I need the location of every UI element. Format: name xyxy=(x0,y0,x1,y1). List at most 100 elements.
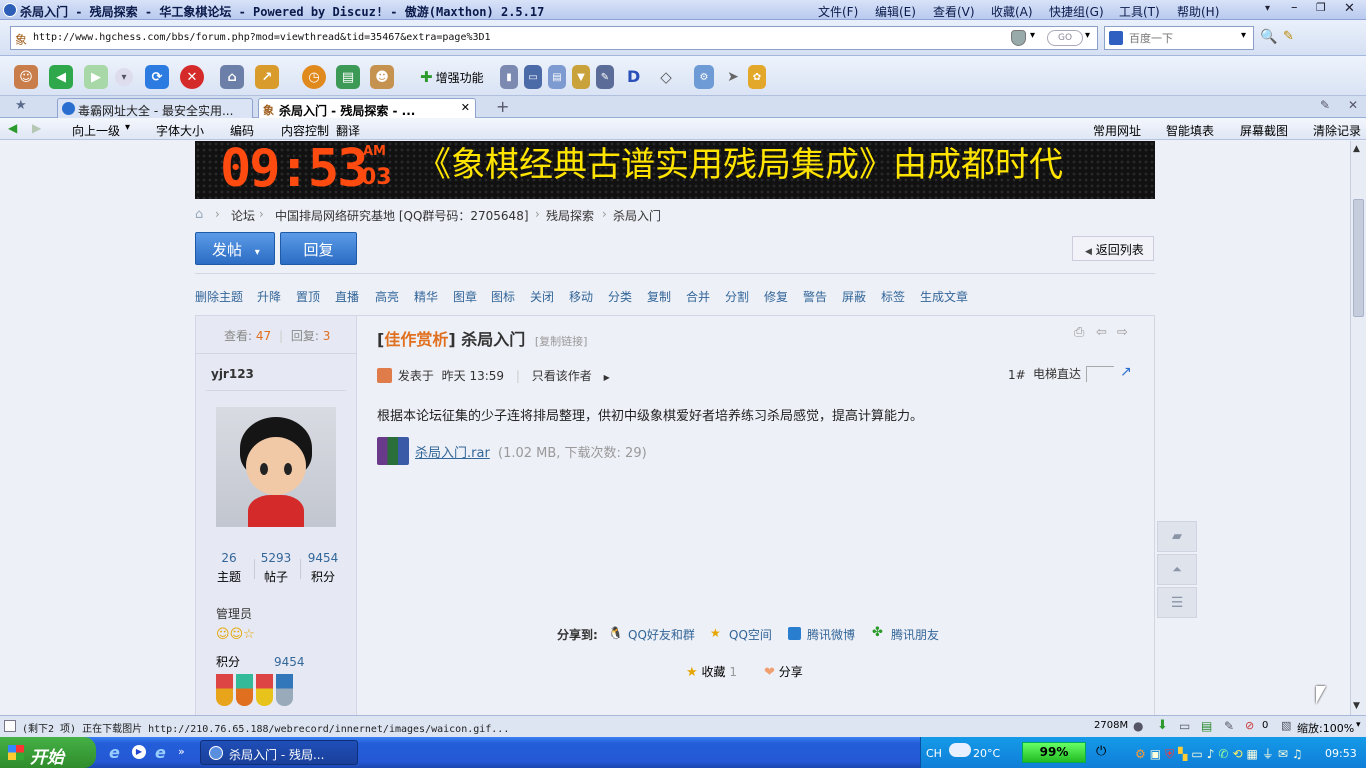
network-icon[interactable]: ▣ xyxy=(1150,747,1165,761)
medal-icon[interactable] xyxy=(216,674,233,706)
action-stamp[interactable]: 图章 xyxy=(453,288,477,305)
back-icon[interactable]: ◀ xyxy=(49,65,73,89)
translate-button[interactable]: 翻译 xyxy=(336,122,360,139)
print-icon[interactable]: ⎙ xyxy=(1074,325,1084,340)
tools-icon[interactable]: ✎ xyxy=(596,65,614,89)
action-live[interactable]: 直播 xyxy=(335,288,359,305)
autofill-button[interactable]: 智能填表 xyxy=(1150,122,1214,139)
action-repair[interactable]: 修复 xyxy=(764,288,788,305)
windows-flag-icon[interactable]: ▚ xyxy=(1178,747,1191,761)
share-tencent-weibo[interactable]: 腾讯微博 xyxy=(807,626,855,643)
elevator-go-icon[interactable]: ↗ xyxy=(1120,364,1132,380)
chat-icon[interactable]: ✆ xyxy=(1218,747,1232,761)
new-tab-icon[interactable]: + xyxy=(496,97,509,116)
mouse-gesture-icon[interactable]: ▮ xyxy=(500,65,518,89)
avatar[interactable] xyxy=(216,407,336,527)
download-icon[interactable]: ⬇ xyxy=(1157,718,1168,733)
medal-icon[interactable] xyxy=(236,674,253,706)
input-language[interactable]: CH xyxy=(926,747,942,760)
mail-icon[interactable]: ✉ xyxy=(1278,747,1292,761)
start-button[interactable]: 开始 xyxy=(0,737,96,768)
dropdown-arrow-icon[interactable]: ▾ xyxy=(1030,30,1035,41)
banner-ad[interactable]: 09:53 AM 03 《象棋经典古谱实用残局集成》由成都时代 xyxy=(195,141,1155,199)
close-icon[interactable]: ✕ xyxy=(1348,98,1358,112)
zoom-level[interactable]: 缩放:100% xyxy=(1297,720,1354,736)
next-thread-icon[interactable]: ⇨ xyxy=(1117,325,1128,340)
zoom-icon[interactable]: ▧ xyxy=(1281,719,1291,732)
minimize-icon[interactable]: – xyxy=(1291,0,1298,15)
elevator-input[interactable] xyxy=(1086,366,1114,382)
back-icon[interactable]: ◀ xyxy=(8,121,17,135)
ie-icon[interactable]: e xyxy=(155,743,166,762)
drive-icon[interactable]: ▭ xyxy=(1179,719,1190,733)
task-button-browser[interactable]: 杀局入门 - 残局... xyxy=(200,740,358,765)
scroll-down-icon[interactable]: ▼ xyxy=(1353,701,1360,711)
up-level-button[interactable]: 向上一级 xyxy=(56,122,120,139)
home-icon[interactable]: ⌂ xyxy=(195,207,203,222)
share-qzone[interactable]: QQ空间 xyxy=(729,626,772,643)
close-tab-icon[interactable]: ✕ xyxy=(461,101,470,114)
action-move[interactable]: 移动 xyxy=(569,288,593,305)
action-highlight[interactable]: 高亮 xyxy=(375,288,399,305)
action-sticky[interactable]: 置顶 xyxy=(296,288,320,305)
topics-count[interactable]: 26 xyxy=(214,551,244,565)
favorites-icon[interactable]: ↗ xyxy=(255,65,279,89)
restore-icon[interactable]: ❐ xyxy=(1316,1,1326,14)
url-text[interactable]: http://www.hgchess.com/bbs/forum.php?mod… xyxy=(33,32,491,43)
temperature[interactable]: 20°C xyxy=(973,747,1000,760)
menu-help[interactable]: 帮助(H) xyxy=(1177,3,1219,20)
action-warn[interactable]: 警告 xyxy=(803,288,827,305)
pointer-icon[interactable]: ➤ xyxy=(724,65,742,89)
dropdown-arrow-icon[interactable]: ▾ xyxy=(115,68,133,86)
tray-icon[interactable]: ▤ xyxy=(1201,719,1212,733)
search-icon[interactable]: 🔍 xyxy=(1260,29,1277,45)
menu-view[interactable]: 查看(V) xyxy=(933,3,975,20)
wrench-icon[interactable]: ✎ xyxy=(1320,98,1330,112)
breadcrumb-thread[interactable]: 杀局入门 xyxy=(613,207,661,224)
fav-sites-button[interactable]: 常用网址 xyxy=(1075,122,1141,139)
forward-icon[interactable]: ▶ xyxy=(32,121,41,135)
window-icon[interactable]: ▭ xyxy=(524,65,542,89)
media-player-icon[interactable]: ▶ xyxy=(132,745,146,759)
breadcrumb-section[interactable]: 残局探索 xyxy=(546,207,594,224)
tab-active-thread[interactable]: 象 杀局入门 - 残局探索 - ... ✕ xyxy=(258,98,476,118)
clear-history-button[interactable]: 清除记录 xyxy=(1297,122,1361,139)
menu-edit[interactable]: 编辑(E) xyxy=(875,3,916,20)
action-icon[interactable]: 图标 xyxy=(491,288,515,305)
quick-reply-button[interactable]: ▰ xyxy=(1157,521,1197,552)
action-split[interactable]: 分割 xyxy=(725,288,749,305)
back-to-list-button[interactable]: ◀ 返回列表 xyxy=(1072,236,1154,261)
share-qq-friends[interactable]: QQ好友和群 xyxy=(628,626,695,643)
enhance-button[interactable]: ✚ 增强功能 xyxy=(420,67,484,87)
user-group-label[interactable]: 管理员 xyxy=(216,605,252,622)
action-tag[interactable]: 标签 xyxy=(881,288,905,305)
tab-duba[interactable]: 毒霸网址大全 - 最安全实用... xyxy=(57,98,253,118)
menu-tools[interactable]: 工具(T) xyxy=(1119,3,1160,20)
menu-favorites[interactable]: 收藏(A) xyxy=(991,3,1033,20)
update-icon[interactable]: ⟲ xyxy=(1232,747,1246,761)
url-field[interactable]: 象 http://www.hgchess.com/bbs/forum.php?m… xyxy=(10,26,1098,50)
author-name[interactable]: yjr123 xyxy=(211,367,254,381)
dropdown-arrow-icon[interactable]: ▾ xyxy=(1241,30,1246,41)
back-to-top-button[interactable]: ⏶ xyxy=(1157,554,1197,585)
posts-count[interactable]: 5293 xyxy=(257,551,295,565)
share-button[interactable]: ❤ 分享 xyxy=(758,659,814,683)
weather-icon[interactable] xyxy=(949,743,971,757)
dropdown-arrow-icon[interactable]: ▾ xyxy=(1265,3,1270,14)
home-icon[interactable]: ⌂ xyxy=(220,65,244,89)
action-classify[interactable]: 分类 xyxy=(608,288,632,305)
close-icon[interactable]: ✕ xyxy=(1344,1,1355,16)
power-plug-icon[interactable]: ⏻ xyxy=(1096,744,1106,759)
d-button[interactable]: D xyxy=(627,67,640,86)
scroll-up-icon[interactable]: ▲ xyxy=(1353,144,1360,154)
action-merge[interactable]: 合并 xyxy=(686,288,710,305)
notes-icon[interactable]: ▤ xyxy=(548,65,566,89)
favorite-button[interactable]: ★ 收藏 1 xyxy=(680,659,744,683)
dropdown-arrow-icon[interactable]: ▾ xyxy=(1356,720,1361,730)
groups-icon[interactable]: ▤ xyxy=(336,65,360,89)
action-close[interactable]: 关闭 xyxy=(530,288,554,305)
monitor-icon[interactable]: ▭ xyxy=(1191,747,1206,761)
user-icon[interactable]: ☺ xyxy=(14,65,38,89)
scroll-thumb[interactable] xyxy=(1353,199,1364,317)
dropdown-arrow-icon[interactable]: ▾ xyxy=(125,122,130,133)
